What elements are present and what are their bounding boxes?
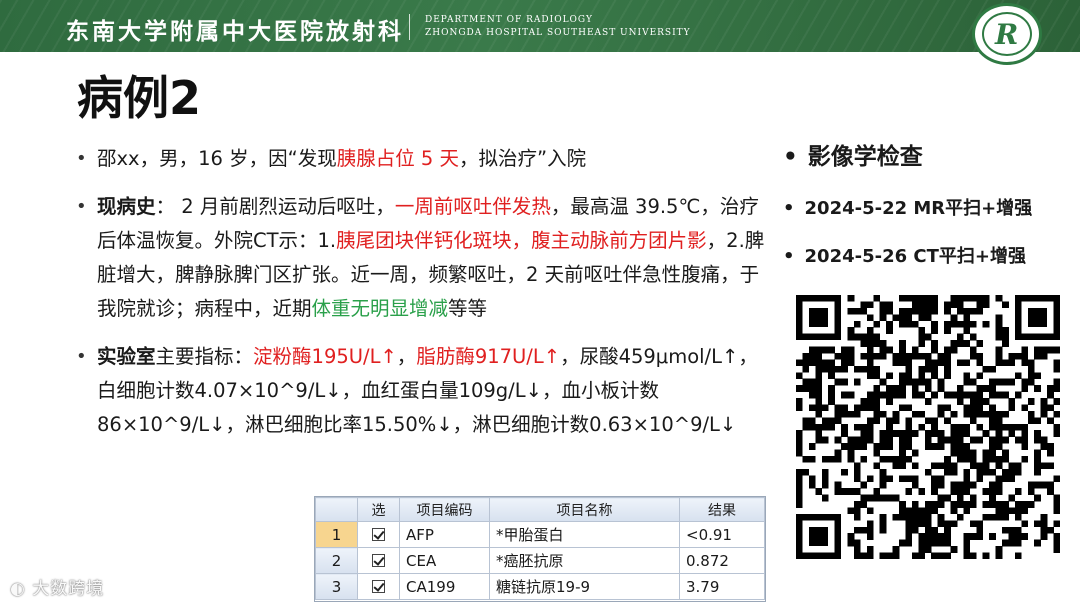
highlight-text-green: 体重无明显增减 — [311, 297, 449, 320]
text: 主要指标： — [155, 345, 254, 368]
table-header-row: 选 项目编码 项目名称 结果 — [315, 497, 765, 522]
item-code: CEA — [399, 547, 490, 574]
hospital-en: ZHONGDA HOSPITAL SOUTHEAST UNIVERSITY — [425, 28, 691, 38]
item-result: 0.872 — [679, 547, 765, 574]
column-header: 项目名称 — [489, 497, 680, 522]
item-result: 3.79 — [679, 573, 765, 600]
text: ，拟治疗”入院 — [459, 147, 587, 170]
select-cell[interactable] — [357, 547, 400, 574]
bullet-lab-results: 实验室主要指标：淀粉酶195U/L↑，脂肪酶917U/L↑，尿酸459μmol/… — [72, 340, 776, 442]
select-cell[interactable] — [357, 521, 400, 548]
row-number: 2 — [315, 547, 358, 574]
imaging-item-ct: 2024-5-26 CT平扫+增强 — [783, 242, 1026, 272]
hospital-name-cn: 东南大学附属中大医院放射科 — [66, 18, 404, 45]
header-divider — [409, 14, 410, 40]
text: 等等 — [448, 297, 488, 320]
checkbox-checked[interactable] — [372, 579, 385, 593]
hospital-name-en: DEPARTMENT OF RADIOLOGY ZHONGDA HOSPITAL… — [425, 14, 691, 40]
item-name: 糖链抗原19-9 — [489, 573, 680, 600]
row-number: 1 — [315, 521, 358, 548]
item-name: *癌胚抗原 — [489, 547, 680, 574]
dept-en: DEPARTMENT OF RADIOLOGY — [425, 15, 593, 25]
bullet-label: 现病史 — [97, 195, 156, 218]
bullet-present-history: 现病史： 2 月前剧烈运动后呕吐，一周前呕吐伴发热，最高温 39.5℃，治疗后体… — [72, 190, 776, 326]
column-header — [315, 497, 358, 522]
imaging-heading: 影像学检查 — [783, 140, 923, 174]
checkbox-checked[interactable] — [372, 553, 385, 567]
item-result: <0.91 — [679, 521, 765, 548]
watermark: ◐ 大数跨境 — [10, 579, 105, 599]
item-code: CA199 — [399, 573, 490, 600]
page-title: 病例2 — [77, 71, 202, 125]
bullet-chief-complaint: 邵xx，男，16 岁，因“发现胰腺占位 5 天，拟治疗”入院 — [72, 142, 776, 176]
highlight-text: 胰腺占位 5 天 — [336, 147, 460, 170]
checkbox-checked[interactable] — [372, 527, 385, 541]
qr-code — [796, 295, 1060, 559]
text: 邵xx，男，16 岁，因“发现 — [97, 147, 337, 170]
column-header: 项目编码 — [399, 497, 490, 522]
column-header: 结果 — [679, 497, 765, 522]
column-header: 选 — [357, 497, 400, 522]
highlight-text: 一周前呕吐伴发热 — [394, 195, 551, 218]
header-banner: 东南大学附属中大医院放射科 DEPARTMENT OF RADIOLOGY ZH… — [0, 0, 1080, 52]
logo-mark: R — [995, 18, 1019, 51]
table-row[interactable]: 2 CEA *癌胚抗原 0.872 — [315, 547, 765, 574]
case-bullets: 邵xx，男，16 岁，因“发现胰腺占位 5 天，拟治疗”入院 现病史： 2 月前… — [72, 142, 776, 456]
table-row[interactable]: 1 AFP *甲胎蛋白 <0.91 — [315, 521, 765, 548]
row-number: 3 — [315, 573, 358, 600]
text: ， — [396, 345, 417, 368]
imaging-item-mr: 2024-5-22 MR平扫+增强 — [783, 194, 1033, 224]
highlight-text: 脂肪酶917U/L↑ — [416, 345, 561, 368]
item-name: *甲胎蛋白 — [489, 521, 680, 548]
hospital-logo: R — [972, 3, 1042, 65]
table-row[interactable]: 3 CA199 糖链抗原19-9 3.79 — [315, 573, 765, 600]
highlight-text: 胰尾团块伴钙化斑块，腹主动脉前方团片影 — [336, 229, 707, 252]
watermark-text: 大数跨境 — [32, 579, 105, 599]
tumor-marker-table: 选 项目编码 项目名称 结果 1 AFP *甲胎蛋白 <0.91 2 CEA *… — [314, 496, 766, 602]
item-code: AFP — [399, 521, 490, 548]
highlight-text: 淀粉酶195U/L↑ — [253, 345, 397, 368]
select-cell[interactable] — [357, 573, 400, 600]
bullet-label: 实验室 — [97, 345, 156, 368]
text: ： 2 月前剧烈运动后呕吐， — [155, 195, 395, 218]
